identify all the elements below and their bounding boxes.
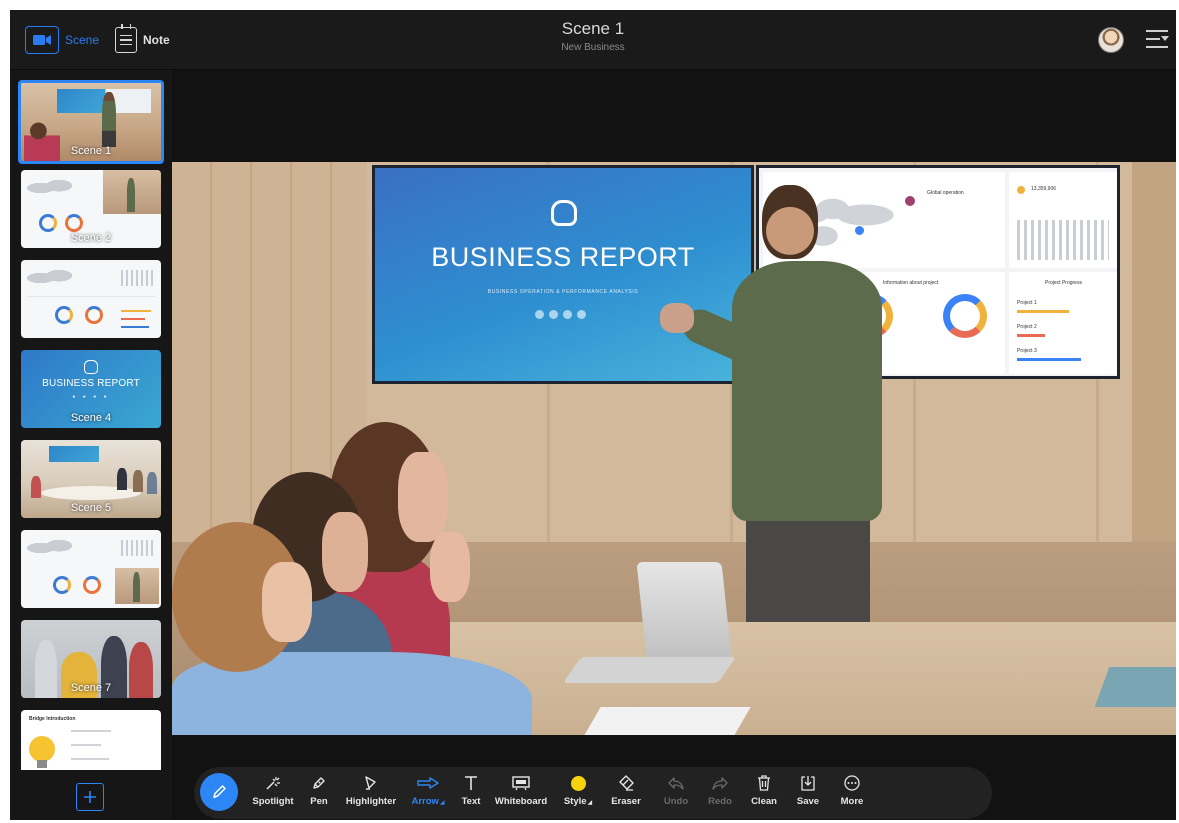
highlighter-icon xyxy=(365,776,376,790)
undo-button[interactable]: Undo xyxy=(658,772,694,814)
undo-icon xyxy=(668,777,684,790)
spotlight-button[interactable]: Spotlight xyxy=(250,772,296,814)
tool-label: Eraser xyxy=(611,796,641,807)
scene-thumbnail-1[interactable]: Scene 1 xyxy=(18,80,164,164)
presenter xyxy=(660,185,890,625)
menu-dropdown-icon[interactable] xyxy=(1146,28,1169,50)
audience-member xyxy=(172,522,532,735)
trash-icon xyxy=(758,775,770,791)
plus-icon xyxy=(84,791,96,803)
title-block: Scene 1 New Business xyxy=(10,19,1176,53)
scene-label: Scene 5 xyxy=(70,502,112,514)
eraser-icon xyxy=(619,775,634,791)
scene-thumbnail-3[interactable] xyxy=(21,260,161,338)
clean-button[interactable]: Clean xyxy=(746,772,782,814)
annotation-toggle-button[interactable] xyxy=(200,773,238,811)
spotlight-icon xyxy=(266,777,280,790)
page-subtitle: New Business xyxy=(561,42,625,53)
redo-button[interactable]: Redo xyxy=(702,772,738,814)
save-icon xyxy=(801,776,815,791)
dashboard-value: 13,359,906 xyxy=(1031,186,1057,192)
scene-thumbnail-4[interactable]: BUSINESS REPORT ● ● ● ● Scene 4 xyxy=(21,350,161,428)
scene-label: Scene 7 xyxy=(70,682,112,694)
app-window: Scene Note Scene 1 New Business Scene 1 xyxy=(10,10,1176,820)
scene-thumbnail-8[interactable]: Bridge Introduction xyxy=(21,710,161,770)
redo-icon xyxy=(712,777,728,790)
scene-thumbnail-2[interactable]: Scene 2 xyxy=(21,170,161,248)
laptop xyxy=(636,562,733,667)
style-color-icon xyxy=(570,775,586,791)
scene-label: Scene 2 xyxy=(70,232,112,244)
tool-label: Style xyxy=(563,796,587,807)
tool-label: Spotlight xyxy=(252,796,294,807)
more-button[interactable]: More xyxy=(834,772,870,814)
scene-thumbnail-6[interactable] xyxy=(21,530,161,608)
project-label: Project 1 xyxy=(1017,300,1037,306)
annotation-toolbar: Spotlight Pen Highlighter Arrow◢ Text Wh… xyxy=(194,767,992,819)
presentation-screen: BUSINESS REPORT BUSINESS OPERATION & PER… xyxy=(372,165,754,384)
scene-preview-heading: Bridge Introduction xyxy=(29,716,76,722)
top-bar: Scene Note Scene 1 New Business xyxy=(10,10,1176,70)
screen-title: BUSINESS REPORT xyxy=(431,242,695,272)
page-title: Scene 1 xyxy=(561,19,625,38)
add-scene-button[interactable] xyxy=(76,783,104,811)
tool-label: Undo xyxy=(663,796,689,807)
scene-thumbnail-5[interactable]: Scene 5 xyxy=(21,440,161,518)
tool-label: Redo xyxy=(708,796,732,807)
highlighter-button[interactable]: Highlighter xyxy=(342,772,400,814)
scene-label: Scene 4 xyxy=(70,412,112,424)
pen-button[interactable]: Pen xyxy=(304,772,334,814)
project-label: Project 3 xyxy=(1017,348,1037,354)
pencil-icon xyxy=(213,785,226,799)
scene-list[interactable]: Scene 1 Scene 2 BUSINESS REPORT ● ● ● ● … xyxy=(10,70,172,770)
whiteboard-icon xyxy=(512,776,530,791)
tool-label: Save xyxy=(796,796,820,807)
scene-canvas[interactable]: BUSINESS REPORT BUSINESS OPERATION & PER… xyxy=(172,70,1176,820)
tool-label: More xyxy=(840,796,864,807)
tool-label: Highlighter xyxy=(345,796,397,807)
tool-label: Pen xyxy=(310,796,328,807)
pentagon-logo-icon xyxy=(551,200,577,226)
arrow-button[interactable]: Arrow◢ xyxy=(407,772,449,814)
scene-label: Scene 1 xyxy=(70,145,112,157)
tool-label: Clean xyxy=(751,796,777,807)
pen-icon xyxy=(313,777,325,789)
tool-label: Arrow xyxy=(411,796,439,807)
project-label: Project 2 xyxy=(1017,324,1037,330)
tool-label: Whiteboard xyxy=(494,796,548,807)
eraser-button[interactable]: Eraser xyxy=(606,772,646,814)
dashboard-panel-title: Information about project xyxy=(883,280,939,286)
style-button[interactable]: Style◢ xyxy=(558,772,598,814)
scene-thumbnail-7[interactable]: Scene 7 xyxy=(21,620,161,698)
dashboard-panel-title: Project Progress xyxy=(1045,280,1082,286)
tool-label: Text xyxy=(461,796,481,807)
screen-subtitle: BUSINESS OPERATION & PERFORMANCE ANALYSI… xyxy=(487,289,639,295)
scene-photo: BUSINESS REPORT BUSINESS OPERATION & PER… xyxy=(172,162,1176,735)
scene-preview-title: BUSINESS REPORT xyxy=(42,378,140,389)
text-icon xyxy=(465,776,477,790)
pentagon-logo-icon xyxy=(84,360,98,374)
whiteboard-button[interactable]: Whiteboard xyxy=(492,772,550,814)
dashboard-panel-title: Global operation xyxy=(927,190,964,196)
arrow-icon xyxy=(417,777,439,789)
text-button[interactable]: Text xyxy=(456,772,486,814)
scene-sidebar: Scene 1 Scene 2 BUSINESS REPORT ● ● ● ● … xyxy=(10,70,172,820)
lightbulb-icon xyxy=(29,736,55,768)
save-button[interactable]: Save xyxy=(792,772,824,814)
user-avatar[interactable] xyxy=(1098,27,1124,53)
more-icon xyxy=(844,775,860,791)
